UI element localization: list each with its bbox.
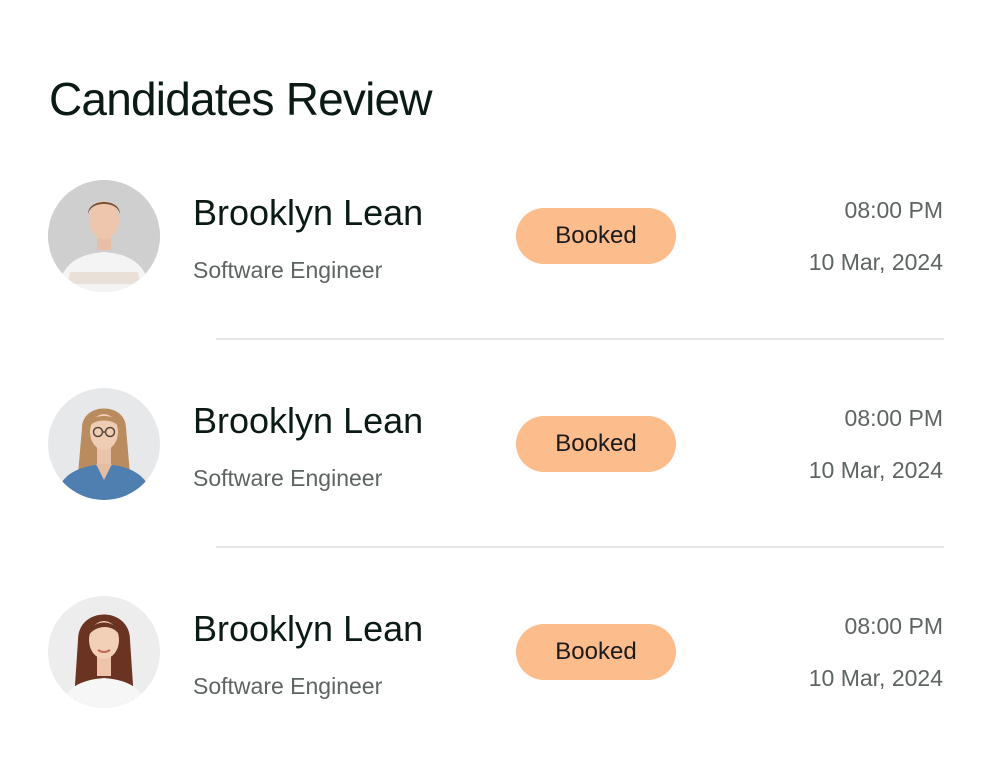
candidate-list: Brooklyn Lean Software Engineer Booked 0… <box>0 180 992 772</box>
avatar-woman-glasses-icon <box>48 388 160 500</box>
status-badge[interactable]: Booked <box>516 624 676 680</box>
candidate-row[interactable]: Brooklyn Lean Software Engineer Booked 0… <box>0 180 992 388</box>
status-badge[interactable]: Booked <box>516 208 676 264</box>
candidate-role: Software Engineer <box>193 465 383 491</box>
interview-date: 10 Mar, 2024 <box>808 249 943 275</box>
candidate-name: Brooklyn Lean <box>193 608 424 649</box>
row-divider <box>216 338 944 340</box>
avatar <box>48 388 160 500</box>
avatar-man-icon <box>48 180 160 292</box>
avatar <box>48 180 160 292</box>
row-divider <box>216 546 944 548</box>
candidate-role: Software Engineer <box>193 257 383 283</box>
candidate-row[interactable]: Brooklyn Lean Software Engineer Booked 0… <box>0 388 992 596</box>
candidate-name: Brooklyn Lean <box>193 400 424 441</box>
status-badge[interactable]: Booked <box>516 416 676 472</box>
candidate-role: Software Engineer <box>193 673 383 699</box>
interview-date: 10 Mar, 2024 <box>808 457 943 483</box>
page-title: Candidates Review <box>49 73 433 125</box>
interview-time: 08:00 PM <box>844 405 943 431</box>
candidate-name: Brooklyn Lean <box>193 192 424 233</box>
interview-date: 10 Mar, 2024 <box>808 665 943 691</box>
avatar-woman-long-hair-icon <box>48 596 160 708</box>
candidate-row[interactable]: Brooklyn Lean Software Engineer Booked 0… <box>0 596 992 772</box>
interview-time: 08:00 PM <box>844 197 943 223</box>
interview-time: 08:00 PM <box>844 613 943 639</box>
avatar <box>48 596 160 708</box>
candidates-review-card: Candidates Review Brooklyn Lean Software… <box>0 0 992 772</box>
